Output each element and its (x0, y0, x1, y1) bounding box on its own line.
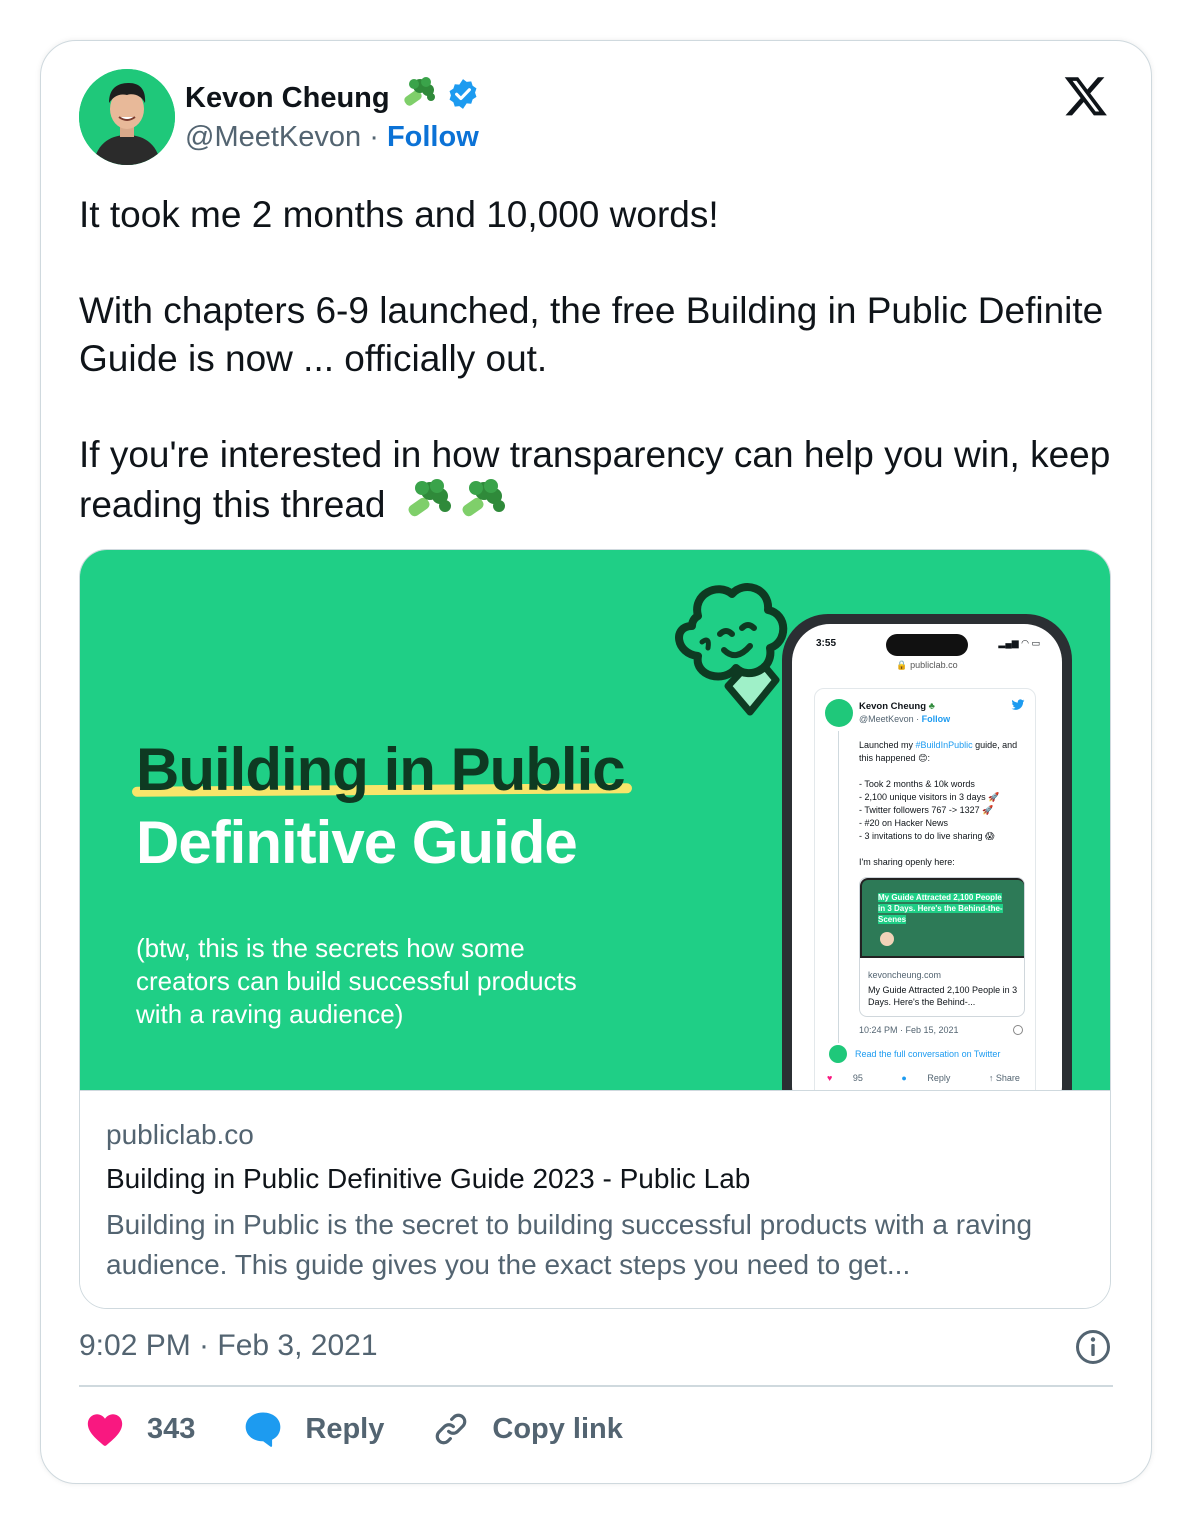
copy-link-label: Copy link (492, 1412, 623, 1445)
follow-button[interactable]: Follow (387, 121, 479, 153)
mini-hashtag: #BuildInPublic (915, 740, 973, 750)
tweet-timestamp[interactable]: 9:02 PM · Feb 3, 2021 (79, 1329, 378, 1363)
reply-label: Reply (305, 1412, 385, 1445)
mini-small-avatar (829, 1045, 847, 1063)
x-logo-icon[interactable] (1063, 73, 1109, 119)
status-icons: ▂▄▆ ◠ ▭ (998, 638, 1040, 648)
link-description: Building in Public is the secret to buil… (106, 1209, 1033, 1280)
phone-url: 🔒 publiclab.co (896, 660, 958, 670)
mini-like: ♥ 95 (827, 1073, 863, 1083)
tweet-line-2: With chapters 6-9 launched, the free Bui… (79, 290, 1104, 379)
mini-display-name-text: Kevon Cheung (859, 701, 927, 712)
preview-title-line-2: Definitive Guide (136, 809, 578, 876)
phone-screen: 3:55 ▂▄▆ ◠ ▭ 🔒 publiclab.co Kevon Cheung… (792, 624, 1062, 1090)
mini-link-domain: kevoncheung.com (868, 970, 942, 980)
tweet-card: Kevon Cheung @MeetKevon · Follow It took… (40, 40, 1152, 1484)
mini-follow: Follow (921, 714, 951, 724)
divider (79, 1385, 1113, 1387)
link-preview-image[interactable]: Building in Public Definitive Guide (btw… (80, 550, 1110, 1090)
mini-link-headline-text: My Guide Attracted 2,100 People in 3 Day… (878, 893, 1003, 924)
action-bar: 343 Reply Copy link (85, 1405, 671, 1453)
preview-title-line-1: Building in Public (136, 736, 626, 803)
mini-bullet: - 2,100 unique visitors in 3 days 🚀 (859, 792, 1000, 802)
preview-subtitle: (btw, this is the secrets how some creat… (136, 933, 577, 1029)
tweet-line-3-text: If you're interested in how transparency… (79, 434, 1111, 525)
handle[interactable]: @MeetKevon (185, 121, 361, 153)
mini-intro-prefix: Launched my (859, 740, 916, 750)
link-card[interactable]: Building in Public Definitive Guide (btw… (79, 549, 1111, 1309)
mini-bullet: - Twitter followers 767 -> 1327 🚀 (859, 805, 994, 815)
info-icon[interactable] (1075, 1329, 1111, 1365)
copy-link-button[interactable]: Copy link (432, 1410, 623, 1448)
mini-link-avatar (880, 932, 894, 946)
mini-avatar (825, 699, 853, 727)
reply-button[interactable]: Reply (243, 1410, 384, 1448)
mini-reply-label: Reply (927, 1073, 951, 1083)
twitter-bird-icon (1011, 699, 1025, 711)
mini-reply: ● Reply (901, 1073, 951, 1083)
tweet-text: It took me 2 months and 10,000 words! Wi… (79, 191, 1119, 535)
phone-url-text: publiclab.co (910, 660, 958, 670)
heart-icon (85, 1411, 125, 1447)
mini-bullet: - #20 on Hacker News (859, 818, 949, 828)
mini-info-icon (1013, 1025, 1023, 1035)
mini-share: ↑ Share (988, 1073, 1020, 1083)
broccoli-emoji-icon (400, 77, 436, 119)
broccoli-emoji-icon: ♣ (928, 701, 935, 712)
like-button[interactable]: 343 (85, 1411, 195, 1447)
display-name-text: Kevon Cheung (185, 81, 390, 114)
mini-tweet-text: Launched my #BuildInPublic guide, and th… (859, 739, 1031, 869)
mini-intro: Launched my #BuildInPublic guide, and th… (859, 740, 1018, 763)
mini-sharing: I'm sharing openly here: (859, 857, 955, 867)
mini-like-count: 95 (852, 1073, 863, 1083)
mini-handle: @MeetKevon · Follow (859, 714, 951, 724)
dynamic-island (886, 634, 968, 656)
mini-bullet: - Took 2 months & 10k words (859, 779, 975, 789)
link-domain: publiclab.co (106, 1119, 254, 1150)
link-title: Building in Public Definitive Guide 2023… (106, 1163, 751, 1194)
handle-row: @MeetKevon · Follow (185, 121, 479, 154)
like-count: 343 (147, 1412, 196, 1445)
mini-read-more: Read the full conversation on Twitter (829, 1045, 1000, 1063)
mini-display-name: Kevon Cheung ♣ (859, 701, 935, 712)
mini-link-image: My Guide Attracted 2,100 People in 3 Day… (860, 878, 1024, 958)
phone-clock: 3:55 (816, 638, 837, 649)
mini-bullet: - 3 invitations to do live sharing 😱 (859, 831, 995, 841)
verified-badge-icon (446, 77, 480, 119)
mini-actions: ♥ 95 ● Reply ↑ Share (827, 1073, 1056, 1083)
avatar[interactable] (79, 69, 175, 165)
broccoli-emoji-icon (404, 479, 508, 535)
reply-bubble-icon (243, 1410, 283, 1448)
mini-link-title: My Guide Attracted 2,100 People in 3 Day… (868, 985, 1018, 1007)
mini-read-more-text: Read the full conversation on Twitter (855, 1049, 1001, 1059)
mini-share-label: Share (995, 1073, 1020, 1083)
link-icon (432, 1410, 470, 1448)
tweet-line-1: It took me 2 months and 10,000 words! (79, 194, 719, 235)
thread-line (838, 731, 839, 1043)
mini-link-card: My Guide Attracted 2,100 People in 3 Day… (859, 877, 1025, 1017)
separator: · (369, 121, 379, 153)
link-meta[interactable]: publiclab.co Building in Public Definiti… (80, 1090, 1110, 1308)
mini-timestamp: 10:24 PM · Feb 15, 2021 (859, 1025, 959, 1035)
embedded-tweet: Kevon Cheung ♣ @MeetKevon · Follow Launc… (814, 688, 1036, 1090)
broccoli-illustration (658, 576, 798, 726)
mini-handle-text: @MeetKevon (859, 714, 914, 724)
display-name[interactable]: Kevon Cheung (185, 77, 480, 119)
tweet-line-3: If you're interested in how transparency… (79, 431, 1119, 535)
phone-mockup: 3:55 ▂▄▆ ◠ ▭ 🔒 publiclab.co Kevon Cheung… (782, 614, 1072, 1090)
mini-link-headline: My Guide Attracted 2,100 People in 3 Day… (878, 892, 1008, 925)
